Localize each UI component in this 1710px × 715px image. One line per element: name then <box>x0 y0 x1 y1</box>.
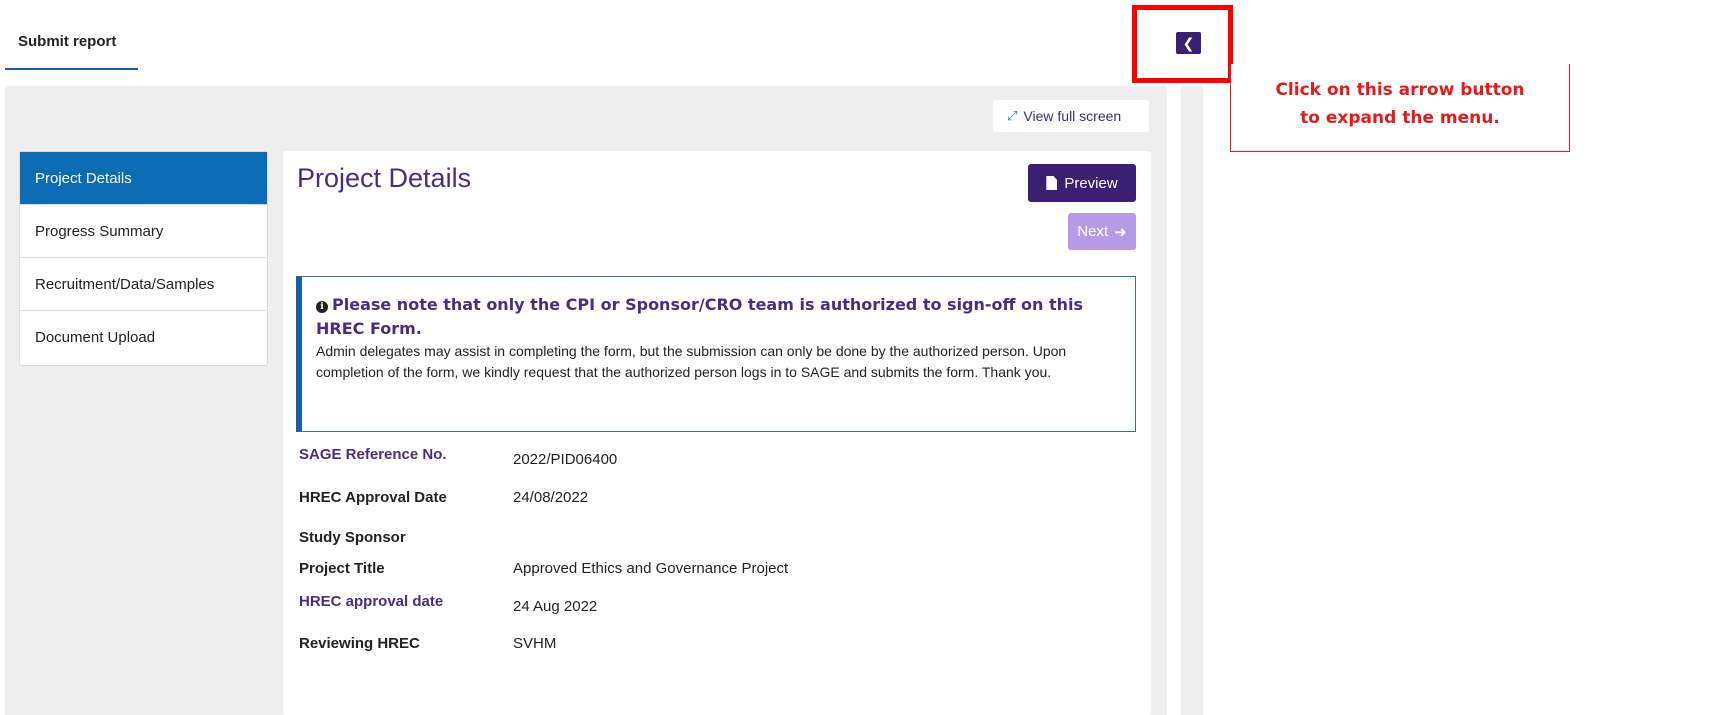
detail-label: HREC Approval Date <box>299 489 447 506</box>
annotation-callout: Click on this arrow button to expand the… <box>1230 64 1570 152</box>
nav-item-label: Recruitment/Data/Samples <box>35 275 215 293</box>
info-circle-icon: i <box>316 301 328 313</box>
detail-label: Study Sponsor <box>299 529 406 546</box>
tab-submit-report[interactable]: Submit report <box>5 0 138 70</box>
detail-label: Reviewing HREC <box>299 635 420 652</box>
detail-value: 24/08/2022 <box>513 489 589 506</box>
expand-icon: ⤢ <box>1007 108 1018 123</box>
next-label: Next <box>1077 223 1109 240</box>
notice-title: Please note that only the CPI or Sponsor… <box>316 295 1084 338</box>
nav-item-label: Progress Summary <box>35 222 164 240</box>
next-button[interactable]: Next ➜ <box>1068 213 1136 250</box>
view-full-screen-button[interactable]: ⤢ View full screen <box>993 100 1149 132</box>
side-nav: Project Details Progress Summary Recruit… <box>19 151 268 366</box>
view-full-screen-label: View full screen <box>1023 108 1122 124</box>
nav-item-document-upload[interactable]: Document Upload <box>20 311 267 364</box>
file-icon <box>1046 176 1058 190</box>
callout-line-1: Click on this arrow button <box>1275 80 1525 100</box>
detail-value: 2022/PID06400 <box>513 451 618 468</box>
sign-off-notice: i Please note that only the CPI or Sponso… <box>296 276 1136 432</box>
collapsed-menu-rail <box>1181 86 1203 715</box>
callout-line-2: to expand the menu. <box>1300 108 1500 128</box>
detail-value: Approved Ethics and Governance Project <box>513 560 789 577</box>
annotation-highlight-box <box>1132 5 1233 83</box>
preview-button[interactable]: Preview <box>1028 164 1136 202</box>
nav-item-project-details[interactable]: Project Details <box>20 152 267 205</box>
nav-item-progress-summary[interactable]: Progress Summary <box>20 205 267 258</box>
nav-item-label: Document Upload <box>35 329 156 346</box>
detail-label: HREC approval date <box>299 593 444 610</box>
content-card: Project Details Preview Next ➜ i Please n… <box>283 151 1151 715</box>
preview-label: Preview <box>1064 174 1118 192</box>
detail-label: Project Title <box>299 560 385 577</box>
notice-body: Admin delegates may assist in completing… <box>316 343 1067 380</box>
detail-value: SVHM <box>513 635 557 652</box>
arrow-right-icon: ➜ <box>1114 223 1127 241</box>
nav-item-recruitment-data-samples[interactable]: Recruitment/Data/Samples <box>20 258 267 311</box>
detail-value: 24 Aug 2022 <box>513 598 598 615</box>
page-title: Project Details <box>297 163 472 193</box>
tab-label: Submit report <box>18 33 117 50</box>
nav-item-label: Project Details <box>35 169 132 187</box>
detail-label: SAGE Reference No. <box>299 446 447 463</box>
